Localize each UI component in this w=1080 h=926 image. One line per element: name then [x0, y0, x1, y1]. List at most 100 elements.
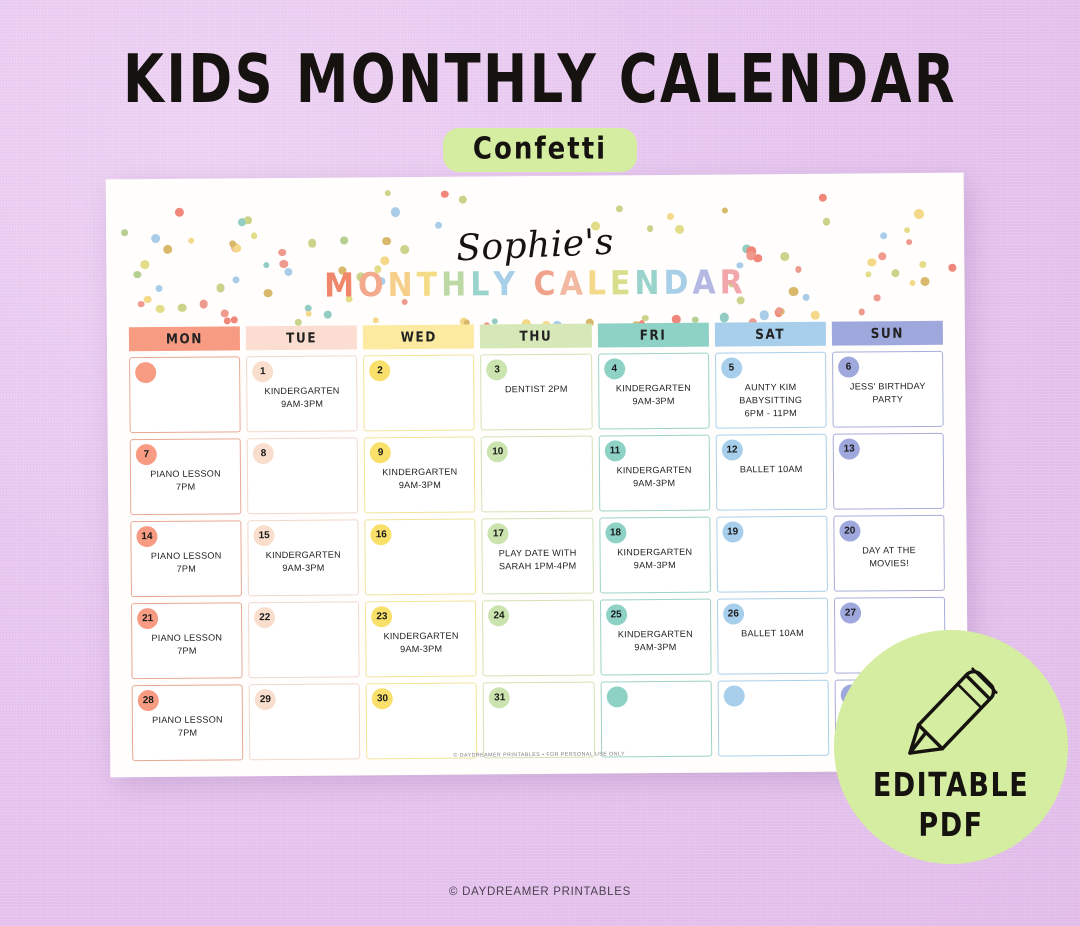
day-header-label: THU [519, 327, 553, 345]
day-event-text[interactable]: KINDERGARTEN 9AM-3PM [253, 548, 354, 575]
subtitle-letter: O [357, 266, 388, 306]
calendar-day-cell[interactable]: 30 [365, 682, 478, 760]
calendar-day-cell[interactable]: 21 PIANO LESSON 7PM [130, 602, 243, 680]
subtitle-label: Confetti [472, 131, 608, 167]
calendar-day-cell[interactable]: 9 KINDERGARTEN 9AM-3PM [363, 436, 476, 514]
day-event-text[interactable]: DAY AT THE MOVIES! [838, 544, 939, 571]
calendar-day-cell[interactable]: 23 KINDERGARTEN 9AM-3PM [365, 600, 478, 678]
calendar-day-cell[interactable]: 17 PLAY DATE WITH SARAH 1PM-4PM [481, 517, 594, 595]
day-event-text[interactable]: AUNTY KIM BABYSITTING 6PM - 11PM [720, 381, 821, 421]
calendar-day-cell[interactable]: 14 PIANO LESSON 7PM [130, 520, 243, 598]
confetti-dot [642, 315, 649, 322]
day-number: 28 [137, 689, 159, 712]
calendar-day-cell[interactable]: 8 [246, 437, 359, 515]
calendar-day-cell[interactable]: 12 BALLET 10AM [715, 433, 828, 511]
calendar-day-cell[interactable]: 28 PIANO LESSON 7PM [131, 684, 244, 762]
day-event-text[interactable]: PIANO LESSON 7PM [136, 549, 237, 576]
calendar-day-cell[interactable]: 22 [248, 601, 360, 679]
page-copyright: © DAYDREAMER PRINTABLES [449, 886, 631, 898]
calendar-day-cell[interactable]: 16 [364, 518, 477, 596]
confetti-dot [304, 305, 312, 313]
confetti-dot [305, 310, 312, 317]
calendar-day-cell[interactable]: 1 KINDERGARTEN 9AM-3PM [246, 355, 358, 433]
day-event-text[interactable]: KINDERGARTEN 9AM-3PM [603, 464, 704, 491]
day-number: 19 [722, 521, 744, 543]
calendar-day-cell[interactable]: 15 KINDERGARTEN 9AM-3PM [247, 519, 360, 597]
day-event-text[interactable]: PIANO LESSON 7PM [137, 713, 238, 740]
calendar-day-cell[interactable]: 11 KINDERGARTEN 9AM-3PM [598, 434, 710, 512]
calendar-day-cell[interactable]: 6 JESS' BIRTHDAY PARTY [831, 350, 944, 428]
week-row: 21 PIANO LESSON 7PM 22 23 KINDERGARTEN 9AM-3PM… [130, 596, 946, 680]
day-event-text[interactable]: KINDERGARTEN 9AM-3PM [604, 546, 705, 573]
day-event-text[interactable]: DENTIST 2PM [486, 383, 587, 397]
day-event-text[interactable]: KINDERGARTEN 9AM-3PM [251, 384, 352, 411]
calendar-day-cell[interactable]: 26 BALLET 10AM [716, 597, 829, 675]
day-event-text[interactable]: KINDERGARTEN 9AM-3PM [605, 628, 706, 655]
calendar-day-cell[interactable]: 20 DAY AT THE MOVIES! [833, 514, 945, 592]
day-header-mon: MON [128, 326, 241, 352]
confetti-dot [914, 209, 924, 219]
calendar-day-cell[interactable]: 13 [832, 432, 945, 510]
day-number: 31 [489, 687, 511, 709]
calendar-day-cell[interactable]: 2 [363, 354, 476, 432]
calendar-day-cell[interactable]: 24 [482, 599, 595, 677]
day-number: 5 [720, 357, 742, 379]
day-event-text[interactable]: JESS' BIRTHDAY PARTY [837, 380, 938, 407]
day-number: 27 [839, 602, 862, 624]
day-event-text[interactable]: BALLET 10AM [722, 627, 823, 641]
subtitle-letter: M [324, 266, 359, 306]
subtitle-letter: E [609, 264, 635, 304]
day-header-label: TUE [286, 329, 318, 347]
day-number: 24 [488, 605, 510, 627]
confetti-dot [440, 190, 449, 199]
day-event-text[interactable]: BALLET 10AM [721, 463, 822, 477]
calendar-day-cell[interactable]: 29 [248, 683, 361, 761]
confetti-dot [220, 309, 229, 318]
editable-pdf-badge: EDITABLE PDF [834, 630, 1068, 864]
day-event-text[interactable]: KINDERGARTEN 9AM-3PM [370, 630, 471, 657]
calendar-day-cell[interactable]: 10 [481, 435, 593, 513]
page-title: KIDS MONTHLY CALENDAR [123, 39, 957, 118]
confetti-dot [223, 317, 231, 325]
calendar-subtitle: MONTHLY CALENDAR [106, 264, 964, 306]
confetti-dot [811, 311, 820, 320]
day-header-label: FRI [639, 326, 667, 344]
day-number: 9 [370, 442, 392, 464]
calendar-day-cell[interactable] [717, 679, 830, 757]
confetti-dot [667, 213, 675, 221]
week-row: 1 KINDERGARTEN 9AM-3PM 2 3 DENTIST 2PM 4 KINDER… [129, 350, 944, 434]
confetti-dot [492, 317, 499, 325]
confetti-dot [175, 208, 185, 218]
week-rows: 1 KINDERGARTEN 9AM-3PM 2 3 DENTIST 2PM 4 KINDER… [129, 350, 947, 762]
calendar-day-cell[interactable]: 4 KINDERGARTEN 9AM-3PM [597, 352, 710, 430]
confetti-dot [155, 304, 165, 313]
calendar-day-cell[interactable]: 7 PIANO LESSON 7PM [129, 438, 242, 516]
calendar-day-cell[interactable] [129, 356, 241, 434]
headline-block: KIDS MONTHLY CALENDAR Confetti [0, 39, 1080, 172]
calendar-day-cell[interactable]: 3 DENTIST 2PM [480, 353, 593, 431]
confetti-dot [721, 207, 728, 214]
day-event-text[interactable]: PIANO LESSON 7PM [136, 631, 237, 658]
calendar-day-cell[interactable]: 5 AUNTY KIM BABYSITTING 6PM - 11PM [714, 351, 827, 429]
subtitle-letter [519, 269, 534, 302]
calendar-day-cell[interactable]: 31 [483, 681, 595, 759]
day-header-sun: SUN [831, 320, 943, 346]
confetti-dot [759, 310, 769, 320]
day-number: 4 [603, 358, 625, 380]
calendar-day-cell[interactable] [600, 680, 712, 758]
day-event-text[interactable]: PIANO LESSON 7PM [135, 467, 236, 494]
day-number: 13 [838, 438, 860, 460]
confetti-dot [719, 312, 729, 323]
calendar-day-cell[interactable]: 25 KINDERGARTEN 9AM-3PM [599, 598, 712, 676]
calendar-day-cell[interactable]: 18 KINDERGARTEN 9AM-3PM [598, 516, 711, 594]
day-number: 10 [487, 441, 509, 463]
calendar-day-cell[interactable]: 19 [716, 515, 828, 593]
calendar-title-block: Sophie's MONTHLY CALENDAR [106, 222, 965, 306]
confetti-dot [384, 190, 392, 197]
day-event-text[interactable]: KINDERGARTEN 9AM-3PM [369, 466, 470, 493]
day-event-text[interactable]: KINDERGARTEN 9AM-3PM [603, 382, 704, 409]
day-number: 22 [254, 607, 276, 629]
day-header-label: SUN [870, 325, 904, 342]
subtitle-letter: T [416, 265, 442, 305]
day-event-text[interactable]: PLAY DATE WITH SARAH 1PM-4PM [487, 547, 588, 574]
